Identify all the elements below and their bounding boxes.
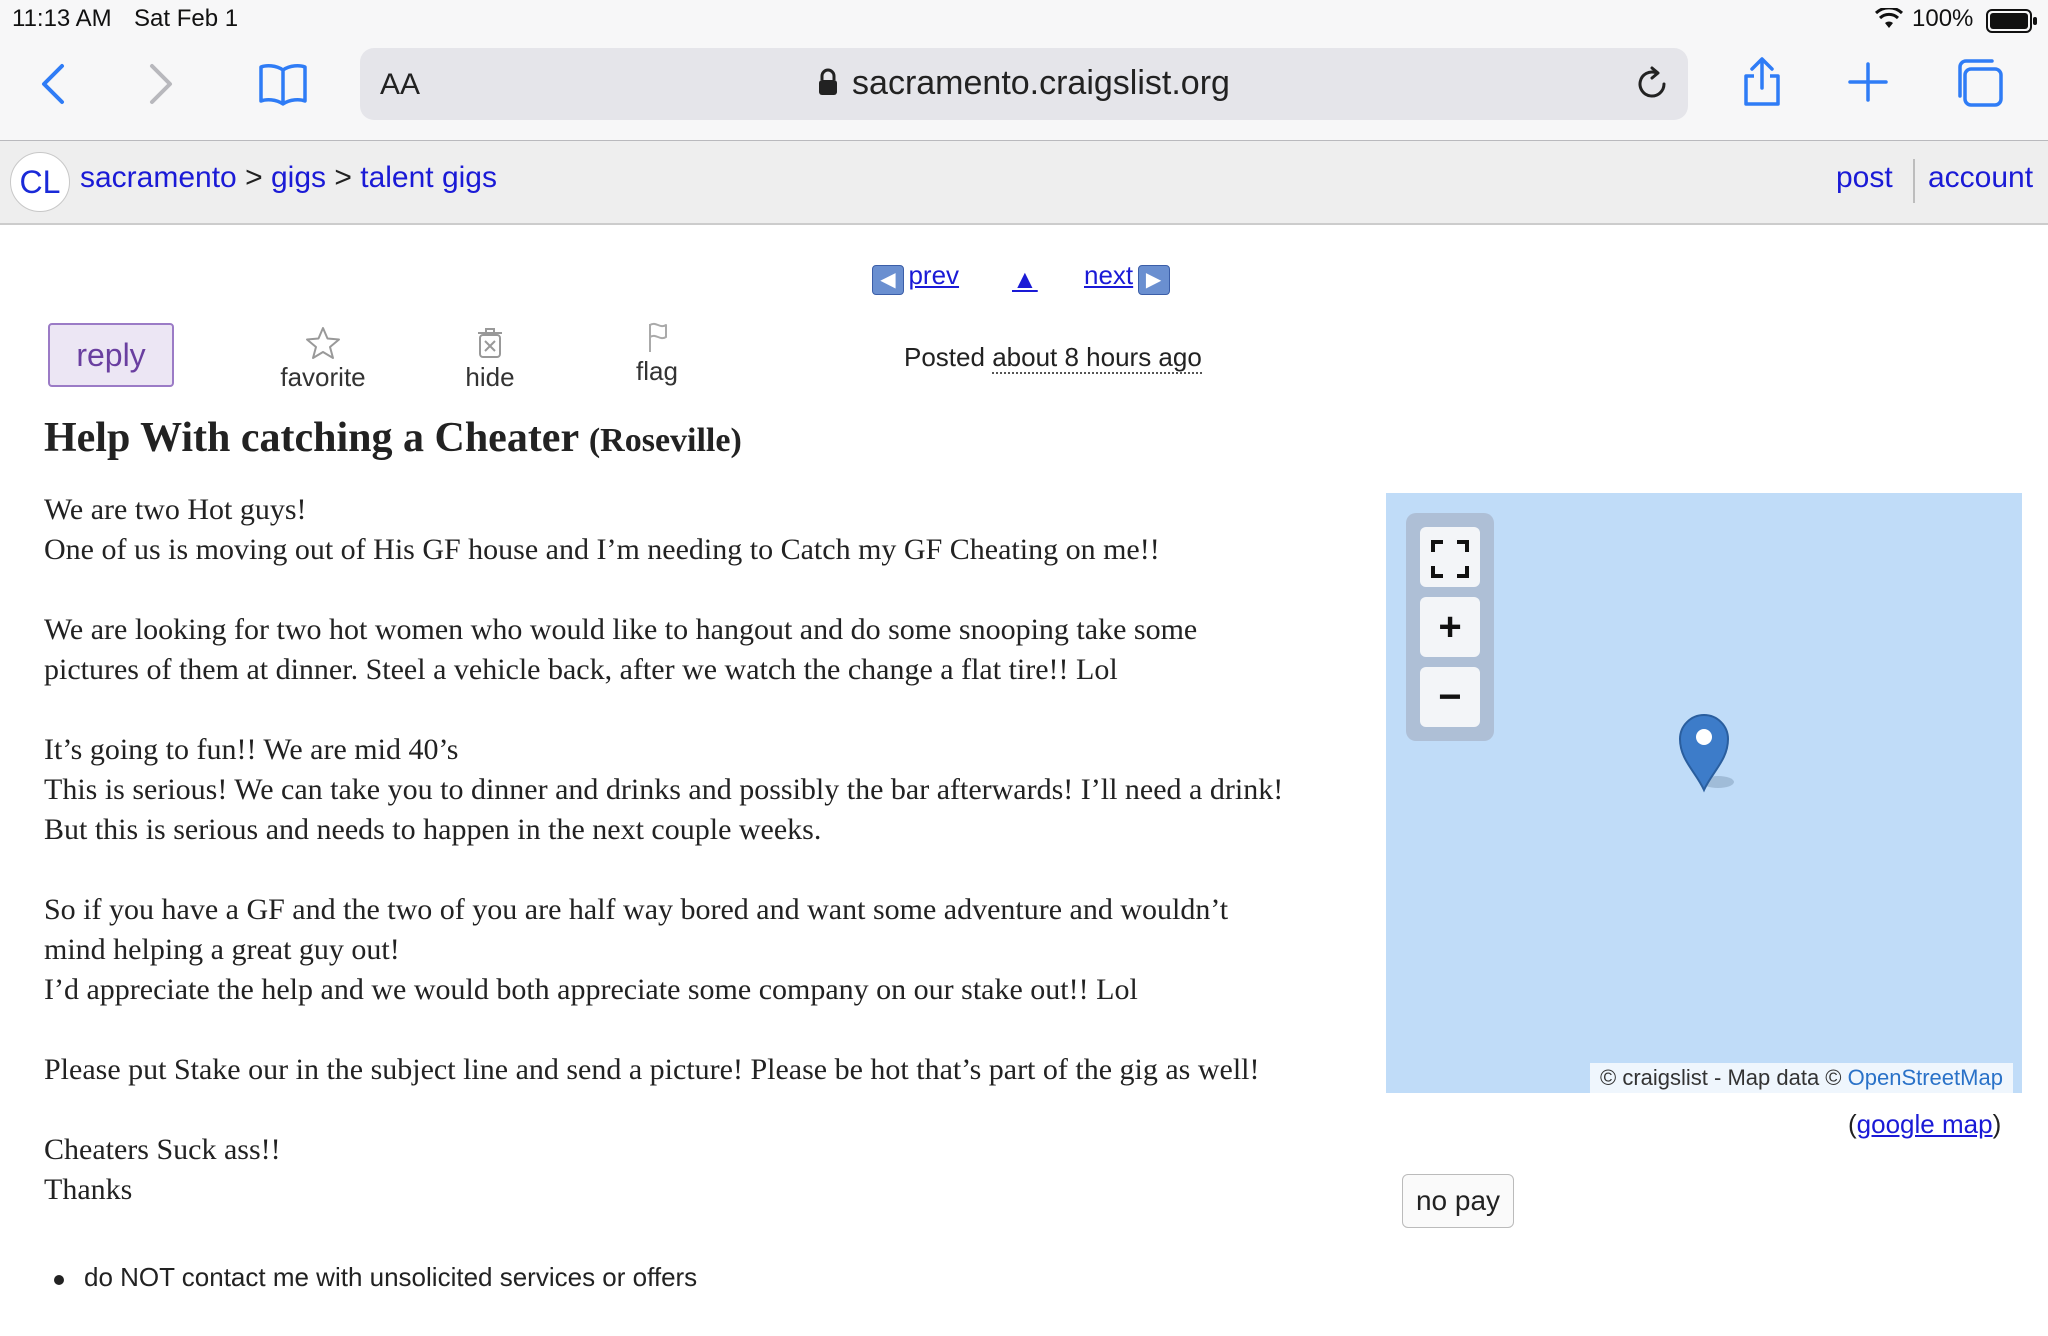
favorite-button[interactable]: favorite xyxy=(263,326,383,393)
google-map-open-paren: ( xyxy=(1848,1109,1857,1139)
trash-icon xyxy=(430,326,550,362)
header-divider xyxy=(1913,159,1915,203)
tabs-icon[interactable] xyxy=(1954,58,2004,113)
url-display[interactable]: sacramento.craigslist.org xyxy=(360,64,1688,105)
flag-label: flag xyxy=(636,356,678,386)
body-line: Cheaters Suck ass!! xyxy=(44,1133,281,1166)
next-arrow-icon: ▶ xyxy=(1137,264,1170,295)
hide-label: hide xyxy=(465,362,515,392)
map-controls: + − xyxy=(1406,513,1494,741)
url-text: sacramento.craigslist.org xyxy=(852,64,1230,102)
body-line: So if you have a GF and the two of you a… xyxy=(44,893,1229,926)
favorite-label: favorite xyxy=(280,362,366,392)
site-header: CL sacramento > gigs > talent gigs post … xyxy=(0,141,2048,225)
star-icon xyxy=(263,326,383,362)
map-attribution: © craigslist - Map data © OpenStreetMap xyxy=(1590,1063,2013,1093)
map-marker-icon[interactable] xyxy=(1676,710,1756,805)
notice-item: do NOT contact me with unsolicited servi… xyxy=(84,1262,698,1292)
lock-icon xyxy=(818,66,838,105)
breadcrumb-talent-gigs[interactable]: talent gigs xyxy=(360,161,497,194)
forward-icon[interactable] xyxy=(146,62,176,111)
breadcrumb-separator: > xyxy=(245,161,263,194)
posting-title-text: Help With catching a Cheater xyxy=(44,415,579,461)
compensation-badge: no pay xyxy=(1402,1174,1514,1228)
status-date: Sat Feb 1 xyxy=(134,5,239,32)
body-line: We are two Hot guys! xyxy=(44,493,307,526)
openstreetmap-link[interactable]: OpenStreetMap xyxy=(1848,1065,2003,1090)
zoom-in-button[interactable]: + xyxy=(1420,597,1480,657)
body-line: This is serious! We can take you to dinn… xyxy=(44,773,1284,806)
body-paragraph: Cheaters Suck ass!! Thanks xyxy=(44,1130,1374,1210)
posting-body: We are two Hot guys! One of us is moving… xyxy=(44,490,1374,1250)
breadcrumb-gigs[interactable]: gigs xyxy=(271,161,326,194)
google-map: (google map) xyxy=(1848,1109,2001,1140)
google-map-close-paren: ) xyxy=(1992,1109,2002,1139)
bullet xyxy=(54,1275,64,1285)
body-line: One of us is moving out of His GF house … xyxy=(44,533,1160,566)
prev-label: prev xyxy=(908,260,960,290)
prev-link[interactable]: ◀ prev xyxy=(872,260,959,295)
battery-percent: 100% xyxy=(1912,5,1974,32)
breadcrumb-sacramento[interactable]: sacramento xyxy=(80,161,237,194)
body-line: But this is serious and needs to happen … xyxy=(44,813,822,846)
account-link[interactable]: account xyxy=(1928,161,2033,195)
battery-icon xyxy=(1986,9,2038,38)
google-map-link[interactable]: google map xyxy=(1857,1109,1993,1139)
breadcrumb: sacramento > gigs > talent gigs xyxy=(80,161,497,195)
address-bar[interactable]: AA sacramento.craigslist.org xyxy=(360,48,1688,120)
breadcrumb-separator: > xyxy=(334,161,352,194)
posted-date: Posted about 8 hours ago xyxy=(904,342,1202,374)
zoom-out-button[interactable]: − xyxy=(1420,667,1480,727)
body-paragraph: We are two Hot guys! One of us is moving… xyxy=(44,490,1374,570)
new-tab-icon[interactable] xyxy=(1848,62,1888,107)
reload-icon[interactable] xyxy=(1634,66,1670,107)
body-paragraph: Please put Stake our in the subject line… xyxy=(44,1050,1374,1090)
wifi-icon xyxy=(1874,6,1904,35)
next-label: next xyxy=(1084,260,1134,290)
fullscreen-icon xyxy=(1430,539,1470,579)
prev-arrow-icon: ◀ xyxy=(872,264,904,295)
fullscreen-button[interactable] xyxy=(1420,527,1480,587)
flag-icon xyxy=(597,320,717,356)
posting-title: Help With catching a Cheater (Roseville) xyxy=(44,414,742,462)
hide-button[interactable]: hide xyxy=(430,326,550,393)
next-link[interactable]: next ▶ xyxy=(1084,260,1170,295)
posting-location: (Roseville) xyxy=(588,422,742,459)
posted-prefix: Posted xyxy=(904,342,985,372)
posted-ago: about 8 hours ago xyxy=(992,342,1202,374)
post-link[interactable]: post xyxy=(1836,161,1893,195)
status-bar: 11:13 AM Sat Feb 1 100% xyxy=(0,0,2048,40)
bookmarks-icon[interactable] xyxy=(258,62,308,111)
back-icon[interactable] xyxy=(38,62,68,111)
body-paragraph: We are looking for two hot women who wou… xyxy=(44,610,1374,690)
body-line: Please put Stake our in the subject line… xyxy=(44,1053,1260,1086)
body-line: It’s going to fun!! We are mid 40’s xyxy=(44,733,459,766)
body-line: Thanks xyxy=(44,1173,133,1206)
map-attribution-text: © craigslist - Map data © xyxy=(1600,1065,1842,1090)
craigslist-logo[interactable]: CL xyxy=(10,152,70,212)
up-link[interactable]: ▲ xyxy=(1012,264,1038,295)
body-line: pictures of them at dinner. Steel a vehi… xyxy=(44,653,1118,686)
body-paragraph: So if you have a GF and the two of you a… xyxy=(44,890,1374,1010)
body-line: We are looking for two hot women who wou… xyxy=(44,613,1198,646)
body-paragraph: It’s going to fun!! We are mid 40’s This… xyxy=(44,730,1374,850)
status-time: 11:13 AM xyxy=(12,5,112,32)
body-line: mind helping a great guy out! xyxy=(44,933,400,966)
flag-button[interactable]: flag xyxy=(597,320,717,387)
share-icon[interactable] xyxy=(1740,56,1784,113)
reply-button[interactable]: reply xyxy=(48,323,174,387)
body-line: I’d appreciate the help and we would bot… xyxy=(44,973,1138,1006)
